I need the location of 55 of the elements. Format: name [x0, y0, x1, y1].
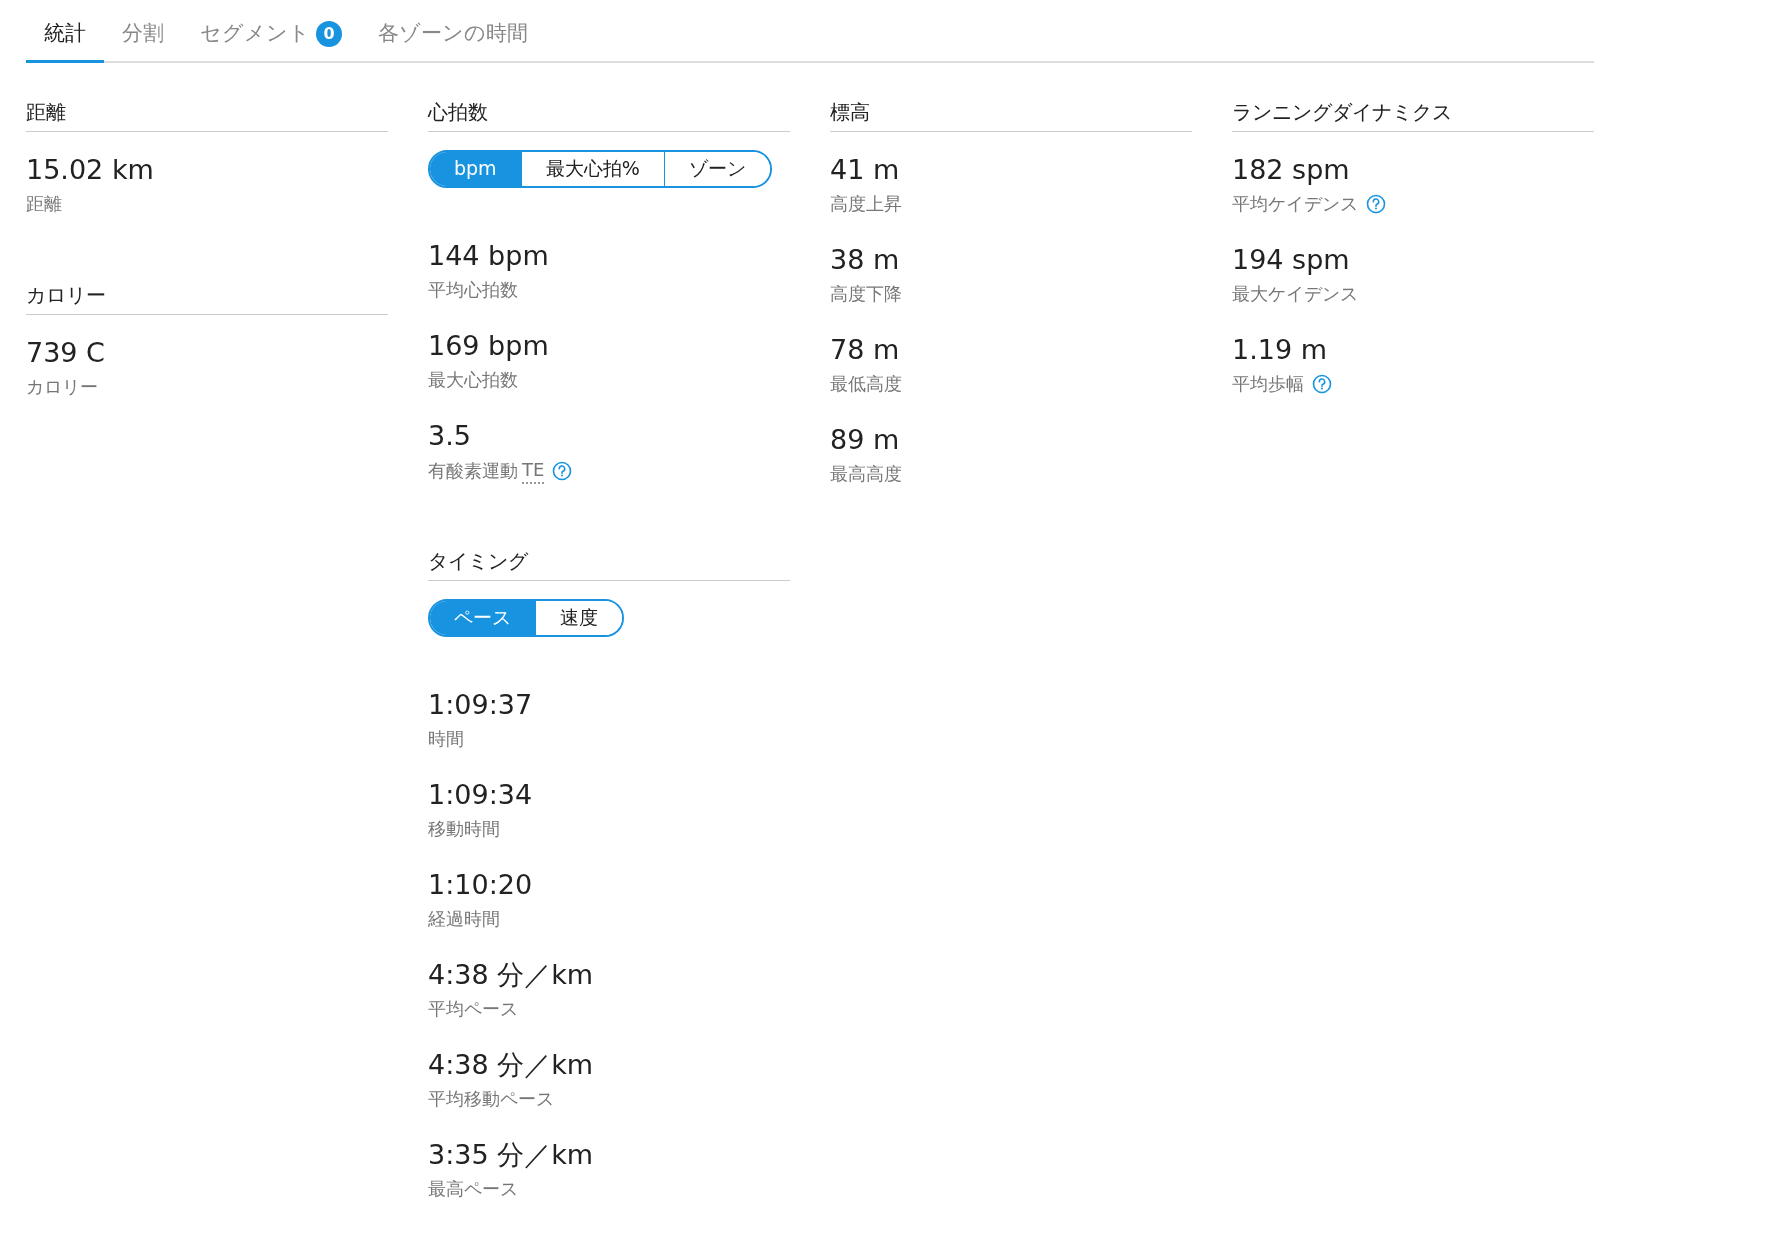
stat-label: 最低高度: [830, 371, 902, 396]
stat-value: 78 m: [830, 332, 901, 367]
stat-value: 194 spm: [1232, 242, 1351, 277]
section-title: 距離: [26, 96, 388, 132]
stat-value: 1:09:34: [428, 777, 534, 812]
section-title: タイミング: [428, 545, 790, 581]
section-title: カロリー: [26, 279, 388, 315]
stat-label: 最高ペース: [428, 1176, 518, 1201]
help-icon[interactable]: [552, 460, 573, 481]
stat-value: 169 bpm: [428, 328, 550, 363]
stat-label: 最大心拍数: [428, 367, 518, 392]
stat-label: 時間: [428, 726, 464, 751]
stat-value: 1.19 m: [1232, 332, 1328, 367]
tab[interactable]: 統計: [26, 18, 104, 63]
toggle-option[interactable]: ペース: [430, 600, 535, 635]
stat-label: 平均歩幅: [1232, 371, 1304, 396]
section-title: 標高: [830, 96, 1192, 132]
toggle-option[interactable]: ゾーン: [663, 151, 770, 186]
count-badge: 0: [316, 20, 342, 47]
stat-label: 距離: [26, 191, 62, 216]
section-title: 心拍数: [428, 96, 790, 132]
stat-value: 3:35 分／km: [428, 1137, 595, 1172]
stat-label: 平均ケイデンス: [1232, 191, 1358, 216]
stat-label: 移動時間: [428, 816, 500, 841]
stat-value: 89 m: [830, 422, 901, 457]
help-icon[interactable]: [1312, 373, 1332, 394]
abbreviation: TE: [522, 457, 545, 484]
stat-value: 1:09:37: [428, 687, 534, 722]
toggle-option[interactable]: 速度: [535, 600, 622, 635]
stat-value: 38 m: [830, 242, 901, 277]
stat-label: 有酸素運動: [428, 458, 518, 483]
stat-value: 4:38 分／km: [428, 1047, 595, 1082]
stat-label: 最大ケイデンス: [1232, 281, 1358, 306]
stat-value: 4:38 分／km: [428, 957, 595, 992]
stat-value: 144 bpm: [428, 238, 550, 273]
stat-value: 182 spm: [1232, 152, 1351, 187]
stat-label: 平均ペース: [428, 996, 518, 1021]
stat-value: 1:10:20: [428, 867, 534, 902]
stat-value: 739 C: [26, 335, 106, 370]
help-icon[interactable]: [1366, 193, 1386, 214]
stat-value: 41 m: [830, 152, 901, 187]
stat-value: 3.5: [428, 418, 472, 453]
tab[interactable]: 各ゾーンの時間: [360, 18, 546, 63]
tab[interactable]: 分割: [104, 18, 182, 63]
section-title: ランニングダイナミクス: [1232, 96, 1594, 132]
stat-label: 平均移動ペース: [428, 1086, 554, 1111]
stat-label: 高度上昇: [830, 191, 902, 216]
stat-label: カロリー: [26, 374, 98, 399]
toggle-option[interactable]: bpm: [430, 151, 521, 186]
stat-label: 経過時間: [428, 906, 500, 931]
stat-label: 平均心拍数: [428, 277, 518, 302]
stat-label: 最高高度: [830, 461, 902, 486]
stat-label: 高度下降: [830, 281, 902, 306]
tab[interactable]: セグメント 0: [182, 18, 360, 63]
stat-value: 15.02 km: [26, 152, 155, 187]
